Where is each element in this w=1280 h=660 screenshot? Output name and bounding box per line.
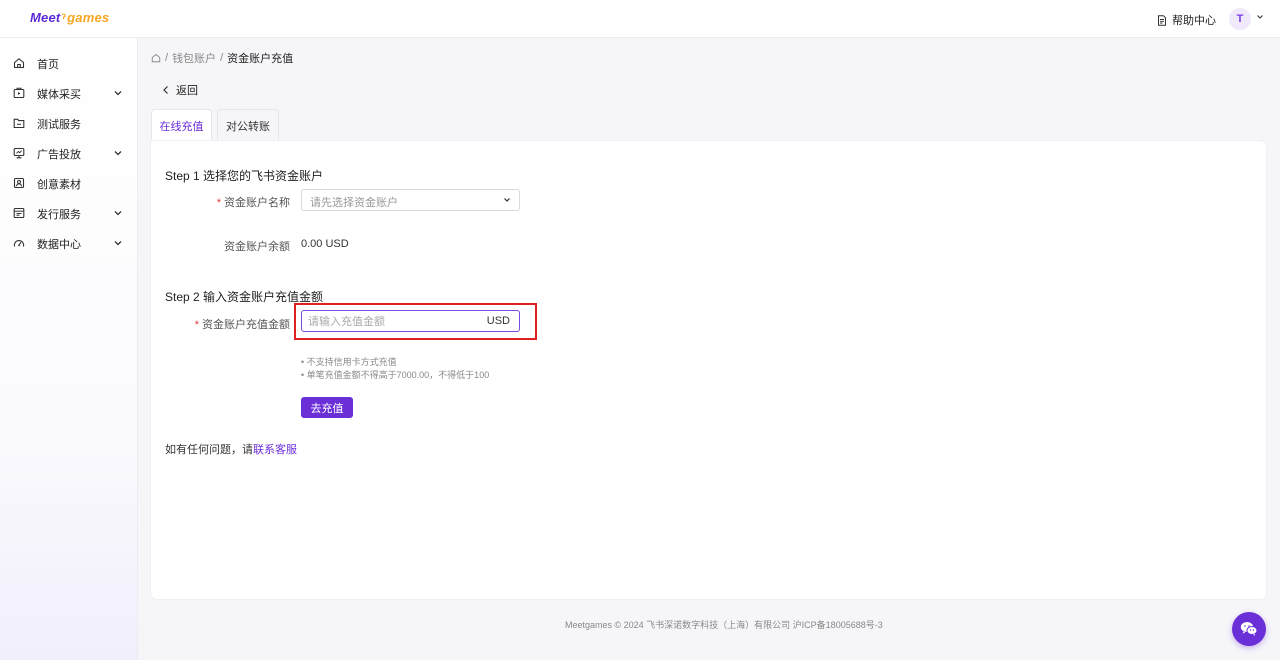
contact-text: 如有任何问题，请联系客服 xyxy=(165,444,297,456)
breadcrumb: / 钱包账户 / 资金账户充值 xyxy=(151,50,293,66)
go-recharge-button[interactable]: 去充值 xyxy=(301,397,353,418)
sidebar-item-ads[interactable]: 广告投放 xyxy=(0,138,138,168)
sidebar-item-label: 数据中心 xyxy=(37,239,81,251)
sidebar-item-data-center[interactable]: 数据中心 xyxy=(0,228,138,258)
folder-icon xyxy=(13,118,25,129)
publish-icon xyxy=(13,207,25,219)
sidebar-item-label: 首页 xyxy=(37,59,59,71)
step1-title: Step 1 选择您的飞书资金账户 xyxy=(165,169,324,183)
home-icon xyxy=(13,58,25,69)
chevron-down-icon xyxy=(114,151,122,156)
user-avatar[interactable]: T xyxy=(1229,8,1251,30)
top-header: Meetˀgames 帮助中心 T xyxy=(0,0,1280,38)
chevron-left-icon xyxy=(163,86,168,94)
sidebar-item-label: 广告投放 xyxy=(37,149,81,161)
tab-corporate-transfer[interactable]: 对公转账 xyxy=(217,109,279,142)
image-icon xyxy=(13,177,25,189)
sidebar-item-label: 创意素材 xyxy=(37,179,81,191)
help-center-label: 帮助中心 xyxy=(1172,15,1216,27)
balance-label: 资金账户余额 xyxy=(224,241,290,253)
breadcrumb-separator: / xyxy=(220,52,224,64)
sidebar-item-testing[interactable]: 测试服务 xyxy=(0,108,138,138)
chevron-down-icon xyxy=(114,91,122,96)
wechat-icon xyxy=(1240,622,1258,636)
sidebar-item-label: 发行服务 xyxy=(37,209,81,221)
meetgames-logo[interactable]: Meetˀgames xyxy=(30,10,109,25)
breadcrumb-separator: / xyxy=(165,52,169,64)
sidebar-item-creative[interactable]: 创意素材 xyxy=(0,168,138,198)
chevron-down-icon xyxy=(114,211,122,216)
back-button[interactable]: 返回 xyxy=(162,82,198,98)
back-label: 返回 xyxy=(176,85,198,97)
sidebar-item-media[interactable]: 媒体采买 xyxy=(0,78,138,108)
footer-copyright: Meetgames © 2024 飞书深诺数字科技（上海）有限公司 沪ICP备1… xyxy=(565,620,883,630)
sidebar-item-home[interactable]: 首页 xyxy=(0,48,138,78)
breadcrumb-item-current: 资金账户充值 xyxy=(227,53,294,65)
help-center-link[interactable]: 帮助中心 xyxy=(1157,12,1216,28)
chevron-down-icon xyxy=(114,241,122,246)
breadcrumb-item-wallet[interactable]: 钱包账户 xyxy=(172,50,216,66)
home-icon[interactable] xyxy=(151,53,161,63)
account-select[interactable]: 请先选择资金账户 xyxy=(301,189,520,211)
monitor-icon xyxy=(13,147,25,159)
account-select-placeholder: 请先选择资金账户 xyxy=(310,197,398,209)
contact-support-link[interactable]: 联系客服 xyxy=(253,444,297,456)
chevron-down-icon[interactable] xyxy=(1256,13,1264,21)
tab-online-recharge[interactable]: 在线充值 xyxy=(151,109,212,142)
recharge-amount-label: * 资金账户充值金额 xyxy=(194,319,290,331)
note-no-credit-card: • 不支持信用卡方式充值 xyxy=(301,357,397,367)
gauge-icon xyxy=(13,240,25,247)
account-name-label: * 资金账户名称 xyxy=(216,197,290,209)
sidebar-item-publishing[interactable]: 发行服务 xyxy=(0,198,138,228)
chevron-down-icon xyxy=(504,198,510,202)
sidebar-item-label: 媒体采买 xyxy=(37,89,81,101)
document-icon xyxy=(1158,14,1166,26)
highlight-box xyxy=(294,303,537,340)
sidebar: 首页 媒体采买 测试服务 广告投放 创意素材 发行服务 数据中心 xyxy=(0,38,138,660)
balance-value: 0.00 USD xyxy=(301,238,349,250)
note-amount-limit: • 单笔充值金额不得高于7000.00，不得低于100 xyxy=(301,370,490,380)
sidebar-item-label: 测试服务 xyxy=(37,119,81,131)
chat-button[interactable] xyxy=(1232,612,1266,646)
media-icon xyxy=(13,87,25,99)
